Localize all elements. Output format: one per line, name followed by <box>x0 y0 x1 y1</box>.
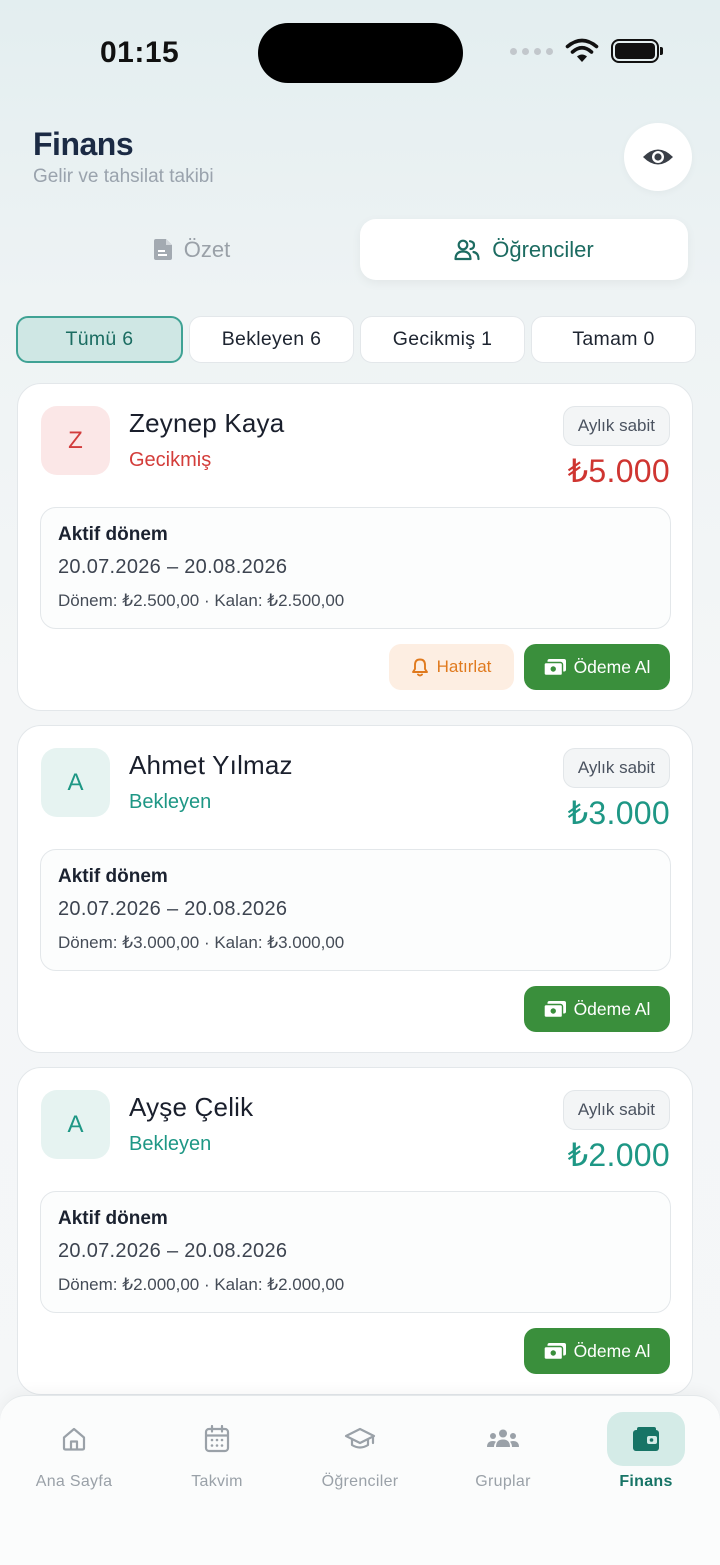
bottom-nav: Ana Sayfa Takvim Öğrenciler Gruplar Fina… <box>0 1395 720 1565</box>
active-period-box: Aktif dönem 20.07.2026 – 20.08.2026 Döne… <box>40 507 671 629</box>
page-title: Finans <box>33 126 134 162</box>
take-payment-button[interactable]: Ödeme Al <box>524 986 670 1032</box>
amount: ₺3.000 <box>567 795 670 831</box>
period-dates: 20.07.2026 – 20.08.2026 <box>58 898 288 920</box>
nav-home[interactable]: Ana Sayfa <box>2 1412 146 1491</box>
eye-icon <box>643 149 673 165</box>
take-payment-label: Ödeme Al <box>573 1340 651 1361</box>
avatar: A <box>41 748 110 817</box>
period-title: Aktif dönem <box>58 866 168 887</box>
home-icon <box>62 1427 86 1451</box>
wallet-icon <box>633 1426 659 1451</box>
take-payment-button[interactable]: Ödeme Al <box>524 644 670 690</box>
cash-icon <box>543 1342 566 1360</box>
tab-ogrenciler-label: Öğrenciler <box>492 236 594 262</box>
status-time: 01:15 <box>100 36 180 69</box>
tab-ozet-label: Özet <box>183 236 231 262</box>
plan-badge: Aylık sabit <box>562 748 670 788</box>
toggle-visibility-button[interactable] <box>624 123 692 191</box>
filter-pending[interactable]: Bekleyen 6 <box>189 316 354 363</box>
student-card[interactable]: A Ayşe Çelik Bekleyen Aylık sabit ₺2.000… <box>17 1067 693 1395</box>
battery-icon <box>611 39 663 63</box>
nav-students[interactable]: Öğrenciler <box>288 1412 432 1491</box>
period-title: Aktif dönem <box>58 524 168 545</box>
status-badge: Bekleyen <box>129 1133 212 1155</box>
filter-overdue[interactable]: Gecikmiş 1 <box>360 316 525 363</box>
avatar: Z <box>41 406 110 475</box>
filter-done[interactable]: Tamam 0 <box>531 316 696 363</box>
period-dates: 20.07.2026 – 20.08.2026 <box>58 556 288 578</box>
remind-button[interactable]: Hatırlat <box>389 644 514 690</box>
wifi-icon <box>565 38 599 62</box>
cash-icon <box>543 658 566 676</box>
status-badge: Bekleyen <box>129 791 212 813</box>
student-name: Zeynep Kaya <box>129 408 285 438</box>
plan-badge: Aylık sabit <box>562 406 670 446</box>
tab-ozet[interactable]: Özet <box>32 219 352 280</box>
period-detail: Dönem: ₺3.000,00 · Kalan: ₺3.000,00 <box>58 933 345 952</box>
nav-home-label: Ana Sayfa <box>35 1473 113 1490</box>
page-subtitle: Gelir ve tahsilat takibi <box>33 166 214 187</box>
take-payment-button[interactable]: Ödeme Al <box>524 1328 670 1374</box>
active-period-box: Aktif dönem 20.07.2026 – 20.08.2026 Döne… <box>40 1191 671 1313</box>
remind-label: Hatırlat <box>436 657 492 676</box>
nav-finance-label: Finans <box>619 1473 673 1490</box>
period-dates: 20.07.2026 – 20.08.2026 <box>58 1240 288 1262</box>
group-icon <box>487 1429 519 1447</box>
nav-calendar-label: Takvim <box>191 1473 243 1490</box>
student-name: Ahmet Yılmaz <box>129 750 293 780</box>
student-card[interactable]: Z Zeynep Kaya Gecikmiş Aylık sabit ₺5.00… <box>17 383 693 711</box>
take-payment-label: Ödeme Al <box>573 656 651 677</box>
active-period-box: Aktif dönem 20.07.2026 – 20.08.2026 Döne… <box>40 849 671 971</box>
bell-icon <box>411 658 428 676</box>
calendar-icon <box>204 1425 230 1453</box>
status-badge: Gecikmiş <box>129 449 212 471</box>
nav-groups[interactable]: Gruplar <box>431 1412 575 1491</box>
take-payment-label: Ödeme Al <box>573 998 651 1019</box>
filter-all[interactable]: Tümü 6 <box>16 316 183 363</box>
status-indicators <box>510 38 663 64</box>
signal-icon <box>510 47 553 55</box>
amount: ₺2.000 <box>567 1137 670 1173</box>
dynamic-island <box>258 23 463 83</box>
filter-chips: Tümü 6 Bekleyen 6 Gecikmiş 1 Tamam 0 <box>16 316 696 363</box>
period-detail: Dönem: ₺2.500,00 · Kalan: ₺2.500,00 <box>58 591 345 610</box>
period-title: Aktif dönem <box>58 1208 168 1229</box>
nav-finance[interactable]: Finans <box>574 1412 718 1491</box>
users-icon <box>454 239 480 260</box>
document-icon <box>153 239 172 260</box>
student-name: Ayşe Çelik <box>129 1092 254 1122</box>
avatar: A <box>41 1090 110 1159</box>
nav-calendar[interactable]: Takvim <box>145 1412 289 1491</box>
amount: ₺5.000 <box>567 453 670 489</box>
nav-students-label: Öğrenciler <box>321 1473 399 1490</box>
nav-groups-label: Gruplar <box>475 1473 531 1490</box>
tab-ogrenciler[interactable]: Öğrenciler <box>360 219 688 280</box>
graduation-cap-icon <box>344 1427 376 1449</box>
student-card[interactable]: A Ahmet Yılmaz Bekleyen Aylık sabit ₺3.0… <box>17 725 693 1053</box>
plan-badge: Aylık sabit <box>562 1090 670 1130</box>
cash-icon <box>543 1000 566 1018</box>
period-detail: Dönem: ₺2.000,00 · Kalan: ₺2.000,00 <box>58 1275 345 1294</box>
